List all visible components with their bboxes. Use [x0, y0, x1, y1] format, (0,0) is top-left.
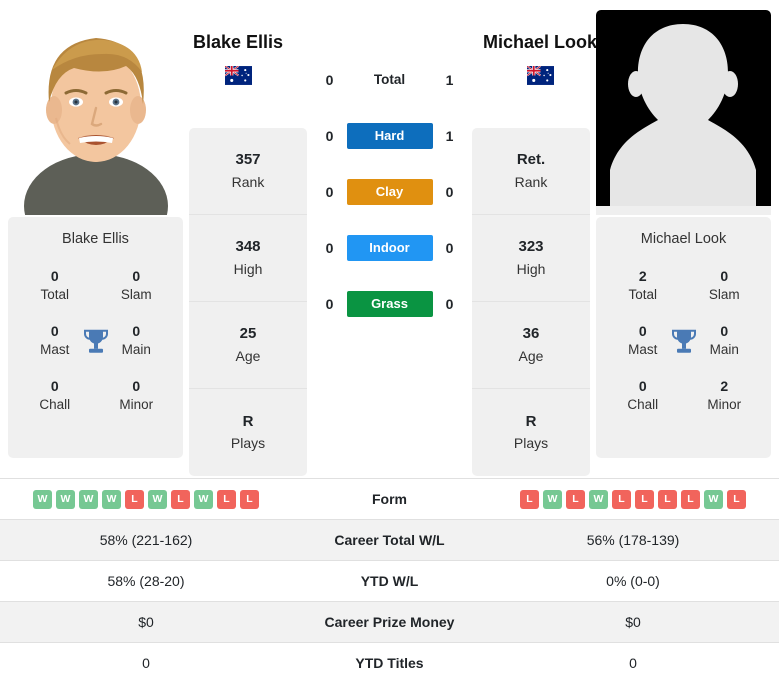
form-badge: L: [125, 489, 144, 509]
left-prize-money: $0: [0, 601, 292, 643]
left-form-cell: W W W W L W L W L L: [0, 478, 292, 520]
title-stat: 0 Slam: [120, 268, 152, 302]
left-ytd-titles: 0: [0, 642, 292, 684]
left-player-caption: Blake Ellis: [62, 231, 129, 247]
right-high-cell: 323 High: [472, 215, 590, 302]
right-ytd-wl: 0% (0-0): [487, 560, 779, 602]
surface-button-clay[interactable]: Clay: [346, 179, 433, 205]
form-badge: L: [612, 489, 631, 509]
table-row: $0 Career Prize Money $0: [0, 601, 779, 643]
form-badge: W: [33, 489, 52, 509]
right-ytd-titles: 0: [487, 642, 779, 684]
surface-breakdown-column: 0 Total 1 0 Hard 1 0 Clay 0 0 Indoor 0 0: [307, 10, 472, 318]
form-badge: L: [635, 489, 654, 509]
row-label-form: Form: [292, 478, 487, 520]
surface-row-hard: 0 Hard 1: [310, 122, 470, 150]
right-player-caption: Michael Look: [640, 231, 727, 247]
surface-row-clay: 0 Clay 0: [310, 178, 470, 206]
australia-flag-icon: [526, 66, 554, 85]
title-stat: 0 Chall: [39, 378, 71, 413]
title-stat: 0 Chall: [627, 378, 659, 413]
surface-row-total: 0 Total 1: [310, 66, 470, 94]
right-plays-cell: R Plays: [513, 412, 549, 452]
table-row: 58% (28-20) YTD W/L 0% (0-0): [0, 560, 779, 602]
surface-left-score: 0: [325, 128, 334, 144]
left-player-photo: [8, 10, 183, 215]
form-badge: W: [704, 489, 723, 509]
comparison-top-section: Blake Ellis 0 Total 0 Slam 0 Mast 0 Main…: [0, 0, 779, 478]
right-prize-money: $0: [487, 601, 779, 643]
left-form-badges: W W W W L W L W L L: [0, 489, 292, 509]
title-stat: 0 Total: [40, 268, 70, 302]
table-row: 0 YTD Titles 0: [0, 642, 779, 684]
form-badge: L: [520, 489, 539, 509]
form-badge: L: [727, 489, 746, 509]
left-high-cell: 348 High: [189, 215, 307, 302]
form-badge: W: [102, 489, 121, 509]
surface-right-score: 0: [445, 296, 454, 312]
form-badge: L: [240, 489, 259, 509]
form-badge: W: [148, 489, 167, 509]
left-rank-column: 357 Rank 348 High 25 Age R Plays: [189, 128, 307, 476]
surface-left-score: 0: [325, 240, 334, 256]
player-comparison-page: Blake Ellis Michael Look Blake Ellis 0 T…: [0, 0, 779, 699]
left-plays-cell: R Plays: [230, 412, 266, 452]
right-player-photo-placeholder: [596, 10, 771, 215]
right-player-titles-card: Michael Look 2 Total 0 Slam 0 Mast 0 Mai…: [596, 217, 771, 458]
surface-right-score: 0: [445, 184, 454, 200]
row-label-ytd-wl: YTD W/L: [292, 560, 487, 602]
right-rank-cell: Ret. Rank: [472, 128, 590, 215]
row-label-prize-money: Career Prize Money: [292, 601, 487, 643]
australia-flag-icon: [224, 66, 252, 85]
form-badge: W: [79, 489, 98, 509]
row-label-career-wl: Career Total W/L: [292, 519, 487, 561]
form-badge: L: [566, 489, 585, 509]
surface-right-score: 0: [445, 240, 454, 256]
form-badge: W: [543, 489, 562, 509]
surface-left-score: 0: [325, 296, 334, 312]
title-stat: 2 Minor: [707, 378, 742, 413]
table-row: 58% (221-162) Career Total W/L 56% (178-…: [0, 519, 779, 561]
left-rank-cell: 357 Rank: [189, 128, 307, 215]
left-age-cell: 25 Age: [189, 302, 307, 389]
right-rank-column: Ret. Rank 323 High 36 Age R Plays: [472, 128, 590, 476]
right-titles-grid: 2 Total 0 Slam 0 Mast 0 Main 0 Chall 2 M…: [602, 267, 765, 414]
trophy-icon: [671, 327, 697, 357]
row-label-ytd-titles: YTD Titles: [292, 642, 487, 684]
form-badge: L: [658, 489, 677, 509]
surface-right-score: 1: [445, 128, 454, 144]
right-form-cell: L W L W L L L L W L: [487, 478, 779, 520]
form-badge: L: [171, 489, 190, 509]
form-badge: L: [217, 489, 236, 509]
left-player-titles-card: Blake Ellis 0 Total 0 Slam 0 Mast 0 Main…: [8, 217, 183, 458]
table-row: W W W W L W L W L L Form L W L W L L L L…: [0, 478, 779, 520]
form-badge: W: [56, 489, 75, 509]
surface-left-score: 0: [325, 184, 334, 200]
title-stat: 2 Total: [628, 268, 658, 302]
surface-row-indoor: 0 Indoor 0: [310, 234, 470, 262]
right-age-cell: 36 Age: [472, 302, 590, 389]
left-career-wl: 58% (221-162): [0, 519, 292, 561]
surface-label-total: Total: [373, 72, 406, 87]
form-badge: L: [681, 489, 700, 509]
surface-row-grass: 0 Grass 0: [310, 290, 470, 318]
left-ytd-wl: 58% (28-20): [0, 560, 292, 602]
trophy-icon: [83, 327, 109, 357]
surface-button-hard[interactable]: Hard: [346, 123, 433, 149]
left-titles-grid: 0 Total 0 Slam 0 Mast 0 Main 0 Chall 0 M…: [14, 267, 177, 414]
form-badge: W: [194, 489, 213, 509]
right-player-column: Michael Look 2 Total 0 Slam 0 Mast 0 Mai…: [596, 10, 771, 458]
right-form-badges: L W L W L L L L W L: [487, 489, 779, 509]
title-stat: 0 Slam: [708, 268, 740, 302]
surface-button-indoor[interactable]: Indoor: [346, 235, 433, 261]
right-career-wl: 56% (178-139): [487, 519, 779, 561]
left-player-column: Blake Ellis 0 Total 0 Slam 0 Mast 0 Main…: [8, 10, 183, 458]
form-badge: W: [589, 489, 608, 509]
stats-comparison-table: W W W W L W L W L L Form L W L W L L L L…: [0, 478, 779, 684]
surface-button-grass[interactable]: Grass: [346, 291, 433, 317]
title-stat: 0 Minor: [119, 378, 154, 413]
